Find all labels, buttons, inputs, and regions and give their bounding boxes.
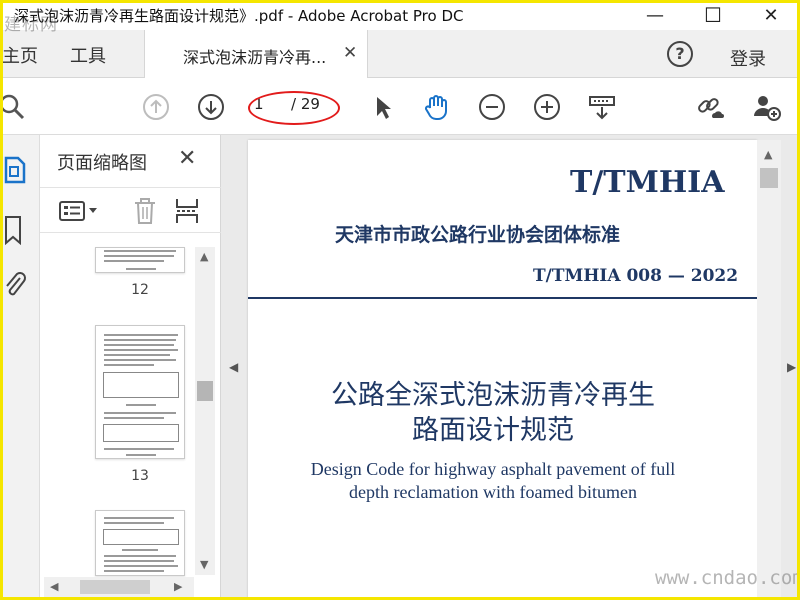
page-thumbnail-13[interactable]	[95, 325, 185, 459]
add-user-icon[interactable]	[751, 92, 781, 122]
standard-number: T/TMHIA 008 — 2022	[533, 266, 739, 286]
header-divider	[248, 297, 757, 299]
page-thumbnail-12[interactable]	[95, 247, 185, 273]
insert-page-icon[interactable]	[174, 197, 200, 225]
highlight-annotation	[248, 91, 340, 125]
title-bar: 深式泡沫沥青冷再生路面设计规范》.pdf - Adobe Acrobat Pro…	[0, 0, 800, 30]
association-name: 天津市市政公路行业协会团体标准	[335, 224, 621, 246]
close-window-button[interactable]: ✕	[748, 0, 794, 30]
expand-right-panel-icon[interactable]: ▶	[787, 360, 796, 374]
window-title: 深式泡沫沥青冷再生路面设计规范》.pdf - Adobe Acrobat Pro…	[14, 7, 464, 25]
thumbnails-panel: 页面缩略图 ✕ 12 13 ▲ ▼ ◀ ▶	[40, 135, 221, 600]
scroll-left-icon[interactable]: ◀	[50, 580, 58, 593]
zoom-in-icon[interactable]	[532, 92, 562, 122]
help-icon[interactable]: ?	[667, 41, 693, 67]
watermark-logo: 建标网	[4, 15, 58, 35]
thumbnail-horizontal-scrollbar[interactable]: ◀ ▶	[44, 577, 194, 597]
scroll-up-icon[interactable]: ▲	[200, 250, 208, 263]
standard-code: T/TMHIA	[570, 165, 725, 200]
page-thumbnails-icon[interactable]	[2, 155, 28, 185]
panel-toolbar	[40, 187, 221, 233]
document-scrollbar[interactable]: ▲	[757, 140, 781, 600]
tab-close-icon[interactable]: ✕	[343, 43, 357, 63]
document-title-cn: 路面设计规范	[412, 415, 574, 446]
next-page-icon[interactable]	[196, 92, 226, 122]
document-title-en: Design Code for highway asphalt pavement…	[310, 459, 676, 479]
watermark-url: www.cndao.com	[655, 567, 800, 589]
menu-home[interactable]: 主页	[2, 42, 38, 68]
thumbnail-page-label: 13	[131, 468, 149, 484]
scroll-right-icon[interactable]: ▶	[174, 580, 182, 593]
search-icon[interactable]	[0, 92, 28, 122]
scrollbar-thumb[interactable]	[760, 168, 778, 188]
page-thumbnail-14[interactable]	[95, 510, 185, 576]
hand-tool-icon[interactable]	[422, 92, 452, 122]
toolbar: 1 / 29	[0, 78, 800, 135]
bookmark-icon[interactable]	[2, 215, 28, 245]
scroll-up-icon[interactable]: ▲	[764, 148, 772, 161]
document-title-en: depth reclamation with foamed bitumen	[349, 482, 637, 502]
select-cursor-icon[interactable]	[368, 92, 398, 122]
document-tab[interactable]: 深式泡沫沥青冷再... ✕	[144, 30, 368, 79]
maximize-button[interactable]: ☐	[690, 0, 736, 30]
navigation-rail	[0, 135, 40, 600]
menu-tools[interactable]: 工具	[70, 42, 106, 68]
zoom-out-icon[interactable]	[477, 92, 507, 122]
pdf-page: T/TMHIA 天津市市政公路行业协会团体标准 T/TMHIA 008 — 20…	[248, 140, 757, 600]
panel-close-icon[interactable]: ✕	[178, 146, 196, 171]
document-viewer: ◀ T/TMHIA 天津市市政公路行业协会团体标准 T/TMHIA 008 — …	[221, 135, 800, 600]
login-button[interactable]: 登录	[730, 45, 766, 71]
scroll-down-icon[interactable]: ▼	[200, 558, 208, 571]
share-link-icon[interactable]	[695, 92, 725, 122]
options-menu-icon[interactable]	[58, 200, 100, 222]
previous-page-icon[interactable]	[141, 92, 171, 122]
horizontal-scrollbar-thumb[interactable]	[80, 580, 150, 594]
menu-bar: 主页 工具 深式泡沫沥青冷再... ✕ ? 登录	[0, 30, 800, 79]
document-title-cn: 公路全深式泡沫沥青冷再生	[331, 380, 655, 411]
page-display-icon[interactable]	[587, 92, 617, 122]
trash-icon[interactable]	[132, 197, 158, 225]
minimize-button[interactable]: —	[632, 0, 678, 30]
thumbnail-page-label: 12	[131, 282, 149, 298]
collapse-left-panel-icon[interactable]: ◀	[229, 360, 238, 374]
attachment-icon[interactable]	[2, 270, 28, 300]
thumbnail-scrollbar[interactable]: ▲ ▼	[195, 247, 215, 575]
scrollbar-thumb[interactable]	[197, 381, 213, 401]
panel-title: 页面缩略图	[57, 153, 147, 174]
tab-label: 深式泡沫沥青冷再...	[183, 48, 327, 67]
